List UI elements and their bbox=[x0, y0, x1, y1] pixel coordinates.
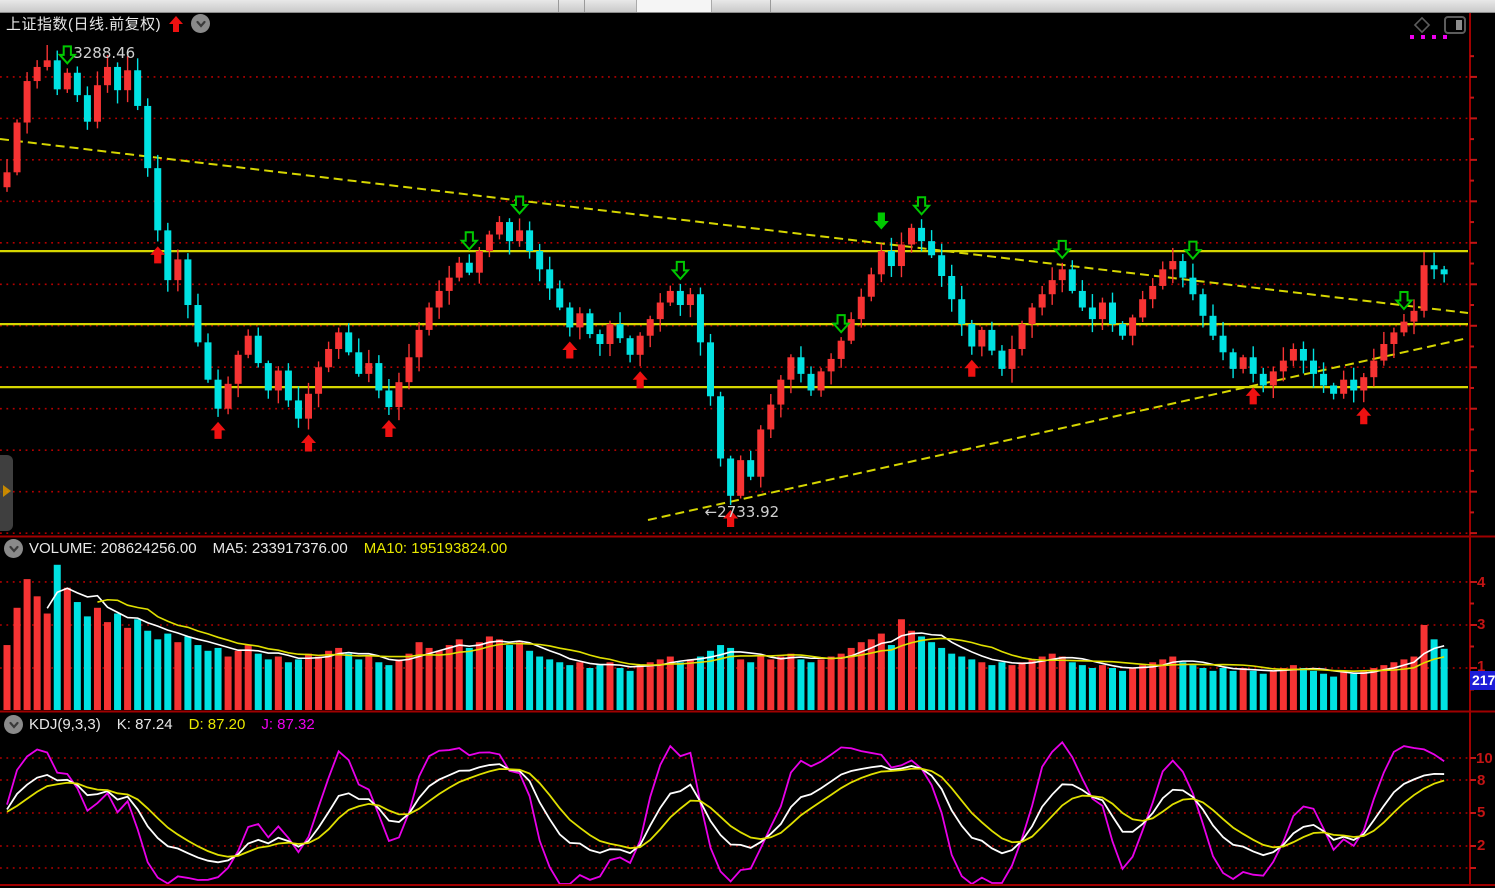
latest-volume-badge: 217 bbox=[1470, 671, 1495, 690]
sell-arrow-hollow-icon bbox=[462, 232, 477, 249]
kdj-j-value: J: 87.32 bbox=[261, 716, 314, 733]
panel-toggle-icon[interactable] bbox=[1443, 14, 1467, 36]
axis-frame bbox=[0, 13, 1495, 885]
magenta-dots-indicator bbox=[1410, 35, 1447, 39]
sell-arrow-hollow-icon bbox=[914, 197, 929, 214]
volume-ma5: MA5: 233917376.00 bbox=[213, 540, 348, 557]
chevron-down-icon bbox=[8, 543, 20, 555]
buy-arrow-icon bbox=[301, 434, 316, 451]
diamond-outline-icon[interactable] bbox=[1411, 14, 1433, 36]
instrument-title: 上证指数(日线.前复权) bbox=[6, 13, 161, 34]
buy-arrow-icon bbox=[1246, 387, 1261, 404]
kdj-d-value: D: 87.20 bbox=[189, 716, 246, 733]
kdj-axis-tick: 2 bbox=[1477, 837, 1485, 854]
buy-arrow-icon bbox=[150, 246, 165, 263]
volume-axis-tick: 3 bbox=[1477, 616, 1485, 633]
volume-ma10: MA10: 195193824.00 bbox=[364, 540, 507, 557]
chevron-down-icon bbox=[8, 719, 20, 731]
sell-arrow-icon bbox=[874, 212, 889, 229]
sell-arrow-hollow-icon bbox=[1185, 242, 1200, 259]
up-arrow-icon bbox=[167, 15, 185, 33]
low-price-annotation: ←2733.92 bbox=[705, 503, 780, 521]
stock-app-window: { "window": { "title": "上证指数(日线.前复权)" },… bbox=[0, 0, 1495, 888]
expand-left-panel-handle[interactable] bbox=[0, 455, 13, 531]
sell-arrow-hollow-icon bbox=[834, 315, 849, 332]
volume-axis-tick: 4 bbox=[1477, 574, 1485, 591]
buy-arrow-icon bbox=[381, 420, 396, 437]
buy-arrow-icon bbox=[1356, 407, 1371, 424]
chart-canvas[interactable]: 3288.46 ←2733.92 bbox=[0, 0, 1495, 888]
collapse-volume-pane-button[interactable] bbox=[4, 539, 23, 558]
collapse-main-pane-button[interactable] bbox=[191, 14, 210, 33]
buy-arrow-icon bbox=[562, 342, 577, 359]
kdj-lines bbox=[7, 742, 1444, 884]
kdj-axis-tick: 10 bbox=[1476, 750, 1493, 767]
right-triangle-icon bbox=[3, 485, 11, 497]
kdj-pane-header: KDJ(9,3,3) K: 87.24 D: 87.20 J: 87.32 bbox=[4, 715, 325, 734]
buy-arrow-icon bbox=[633, 371, 648, 388]
volume-pane-header: VOLUME: 208624256.00 MA5: 233917376.00 M… bbox=[4, 539, 517, 558]
sell-arrow-hollow-icon bbox=[673, 262, 688, 279]
yellow-level-lines bbox=[0, 251, 1468, 387]
buy-arrow-icon bbox=[211, 422, 226, 439]
sell-arrow-hollow-icon bbox=[512, 196, 527, 213]
main-pane-header: 上证指数(日线.前复权) bbox=[6, 13, 210, 34]
kdj-axis-tick: 8 bbox=[1477, 772, 1485, 789]
kdj-k-value: K: 87.24 bbox=[117, 716, 173, 733]
kdj-axis-tick: 5 bbox=[1477, 804, 1485, 821]
collapse-kdj-pane-button[interactable] bbox=[4, 715, 23, 734]
kdj-label: KDJ(9,3,3) bbox=[29, 716, 101, 733]
volume-value: VOLUME: 208624256.00 bbox=[29, 540, 197, 557]
chevron-down-icon bbox=[195, 18, 207, 30]
buy-arrow-icon bbox=[964, 360, 979, 377]
high-price-annotation: 3288.46 bbox=[73, 44, 135, 62]
